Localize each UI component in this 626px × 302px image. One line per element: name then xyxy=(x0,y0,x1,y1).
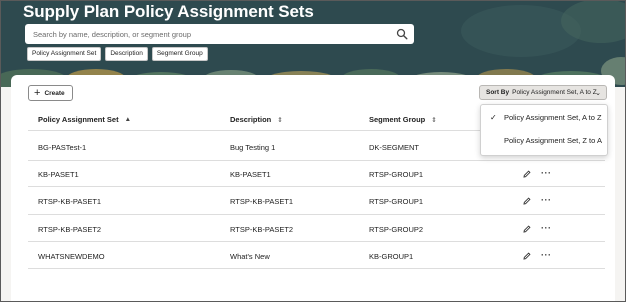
app-window: Supply Plan Policy Assignment Sets Polic… xyxy=(0,0,626,302)
chevron-down-icon: ⌄ xyxy=(595,90,601,97)
sort-by-dropdown[interactable]: Sort By Policy Assignment Set, A to Z ⌄ xyxy=(479,85,607,100)
sort-by-menu: ✓ Policy Assignment Set, A to Z Policy A… xyxy=(480,104,608,156)
plus-icon: + xyxy=(34,87,41,99)
cell-description: RTSP-KB-PASET2 xyxy=(230,225,294,234)
sort-by-prefix: Sort By xyxy=(486,89,510,96)
cell-description: What's New xyxy=(230,252,270,261)
create-button-label: Create xyxy=(44,89,65,97)
cell-policy-assignment-set[interactable]: RTSP-KB-PASET2 xyxy=(38,225,101,234)
row-divider xyxy=(28,214,605,215)
edit-icon[interactable] xyxy=(523,197,531,205)
column-header-segment-group[interactable]: Segment Group ⇕ xyxy=(369,115,437,124)
row-divider xyxy=(28,241,605,242)
sort-option-label: Policy Assignment Set, Z to A xyxy=(504,136,602,145)
edit-icon[interactable] xyxy=(523,225,531,233)
cell-segment-group: RTSP-GROUP1 xyxy=(369,170,424,179)
sort-option-z-to-a[interactable]: Policy Assignment Set, Z to A xyxy=(481,130,607,152)
check-icon: ✓ xyxy=(490,113,497,122)
column-header-label: Segment Group xyxy=(369,115,426,124)
cell-description: KB-PASET1 xyxy=(230,170,271,179)
sort-ascending-icon[interactable]: ▲ xyxy=(125,116,131,123)
cell-policy-assignment-set[interactable]: BG-PASTest-1 xyxy=(38,143,86,152)
search-icon[interactable] xyxy=(396,28,408,40)
cell-policy-assignment-set[interactable]: KB-PASET1 xyxy=(38,170,79,179)
sort-option-a-to-z[interactable]: ✓ Policy Assignment Set, A to Z xyxy=(481,107,607,129)
page-title: Supply Plan Policy Assignment Sets xyxy=(23,2,314,21)
cell-segment-group: RTSP-GROUP1 xyxy=(369,197,424,206)
search-input[interactable] xyxy=(33,24,388,44)
filter-chip-segment-group[interactable]: Segment Group xyxy=(151,47,208,61)
cell-segment-group: RTSP-GROUP2 xyxy=(369,225,424,234)
cell-description: Bug Testing 1 xyxy=(230,143,276,152)
row-divider xyxy=(28,268,605,269)
cell-segment-group: KB-GROUP1 xyxy=(369,252,414,261)
cell-description: RTSP-KB-PASET1 xyxy=(230,197,294,206)
column-header-description[interactable]: Description ⇕ xyxy=(230,115,283,124)
more-actions-icon[interactable]: ··· xyxy=(541,251,552,260)
edit-icon[interactable] xyxy=(523,252,531,260)
sort-unsorted-icon[interactable]: ⇕ xyxy=(431,116,436,124)
column-header-label: Description xyxy=(230,115,272,124)
row-divider xyxy=(28,160,605,161)
filter-chips: Policy Assignment Set Description Segmen… xyxy=(27,47,208,61)
column-header-policy-assignment-set[interactable]: Policy Assignment Set ▲ xyxy=(38,115,131,124)
edit-icon[interactable] xyxy=(523,170,531,178)
more-actions-icon[interactable]: ··· xyxy=(541,224,552,233)
more-actions-icon[interactable]: ··· xyxy=(541,169,552,178)
sort-option-label: Policy Assignment Set, A to Z xyxy=(504,113,602,122)
more-actions-icon[interactable]: ··· xyxy=(541,196,552,205)
sort-by-value: Policy Assignment Set, A to Z xyxy=(512,89,597,96)
filter-chip-policy-assignment-set[interactable]: Policy Assignment Set xyxy=(27,47,102,61)
column-header-label: Policy Assignment Set xyxy=(38,115,119,124)
create-button[interactable]: + Create xyxy=(28,85,73,101)
cell-segment-group: DK-SEGMENT xyxy=(369,143,420,152)
search-box[interactable] xyxy=(25,24,414,44)
sort-unsorted-icon[interactable]: ⇕ xyxy=(277,116,282,124)
cell-policy-assignment-set[interactable]: RTSP-KB-PASET1 xyxy=(38,197,101,206)
row-divider xyxy=(28,186,605,187)
filter-chip-description[interactable]: Description xyxy=(105,47,148,61)
cell-policy-assignment-set[interactable]: WHATSNEWDEMO xyxy=(38,252,105,261)
